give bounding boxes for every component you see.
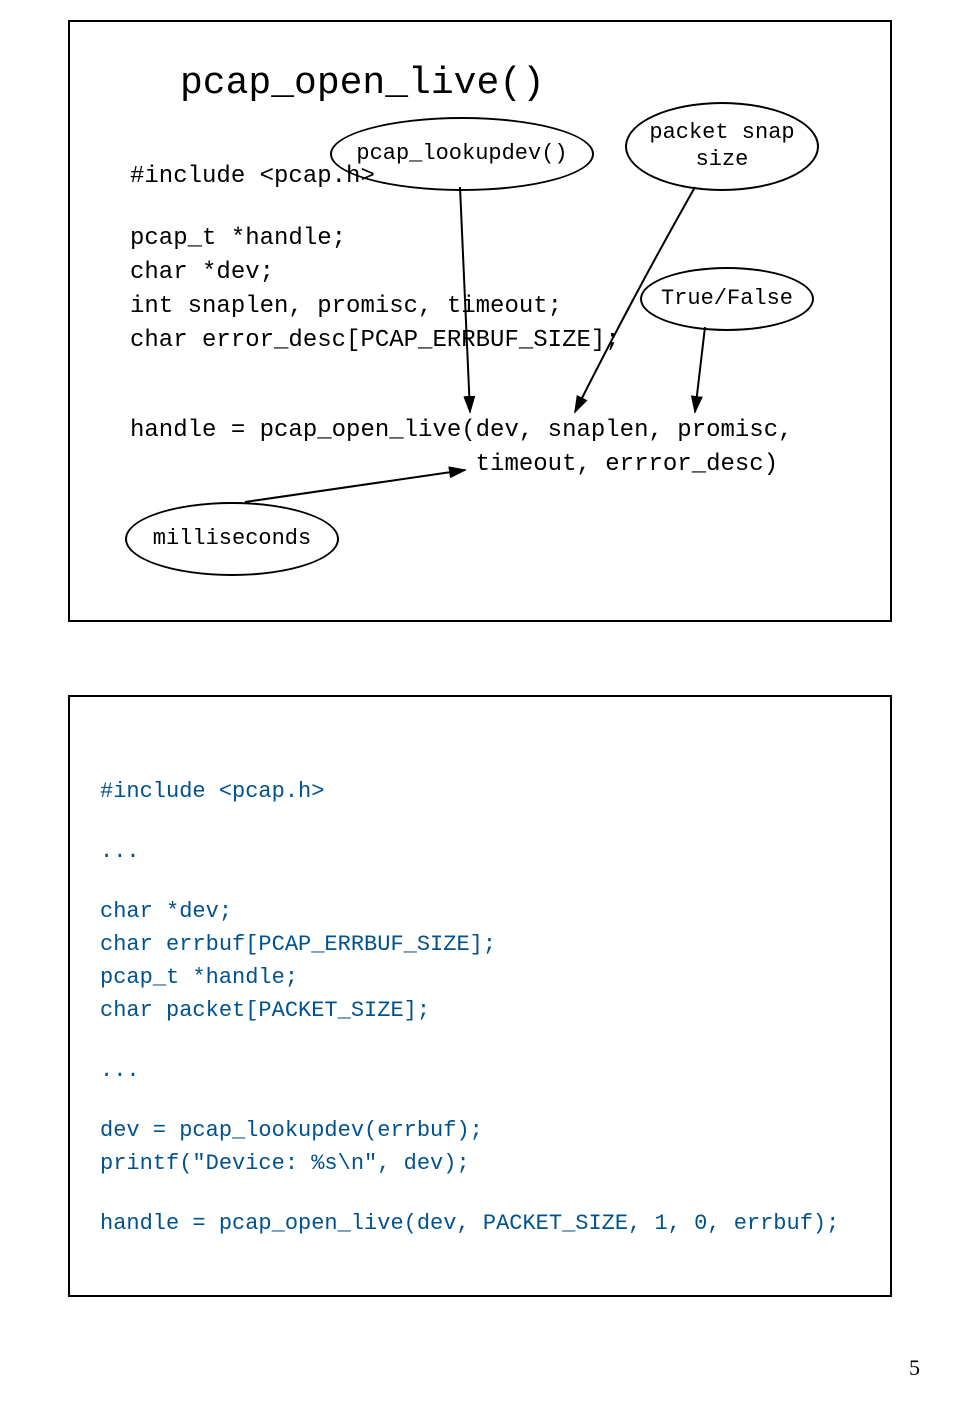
- s2-l8: dev = pcap_lookupdev(errbuf);: [100, 1114, 483, 1147]
- code-decl4: char error_desc[PCAP_ERRBUF_SIZE];: [130, 324, 620, 358]
- code-call2: timeout, errror_desc): [130, 448, 778, 482]
- s2-l9: printf("Device: %s\n", dev);: [100, 1147, 470, 1180]
- bubble-snap: packet snap size: [625, 102, 819, 191]
- slide-1: pcap_open_live() #include <pcap.h> pcap_…: [68, 20, 892, 622]
- code-call1: handle = pcap_open_live(dev, snaplen, pr…: [130, 414, 793, 448]
- s2-l6: char packet[PACKET_SIZE];: [100, 994, 430, 1027]
- s2-l5: pcap_t *handle;: [100, 961, 298, 994]
- code-decl1: pcap_t *handle;: [130, 222, 346, 256]
- bubble-ms: milliseconds: [125, 502, 339, 576]
- page-number: 5: [909, 1355, 920, 1381]
- code-decl2: char *dev;: [130, 256, 274, 290]
- s2-ellipsis2: ...: [100, 1054, 140, 1087]
- s2-l10: handle = pcap_open_live(dev, PACKET_SIZE…: [100, 1207, 839, 1240]
- slide-2: #include <pcap.h> ... char *dev; char er…: [68, 695, 892, 1297]
- bubble-truefalse: True/False: [640, 267, 814, 331]
- slide-title: pcap_open_live(): [180, 62, 545, 105]
- s2-l3: char *dev;: [100, 895, 232, 928]
- s2-l4: char errbuf[PCAP_ERRBUF_SIZE];: [100, 928, 496, 961]
- s2-include: #include <pcap.h>: [100, 775, 324, 808]
- bubble-lookup: pcap_lookupdev(): [330, 117, 594, 191]
- code-decl3: int snaplen, promisc, timeout;: [130, 290, 562, 324]
- s2-ellipsis1: ...: [100, 835, 140, 868]
